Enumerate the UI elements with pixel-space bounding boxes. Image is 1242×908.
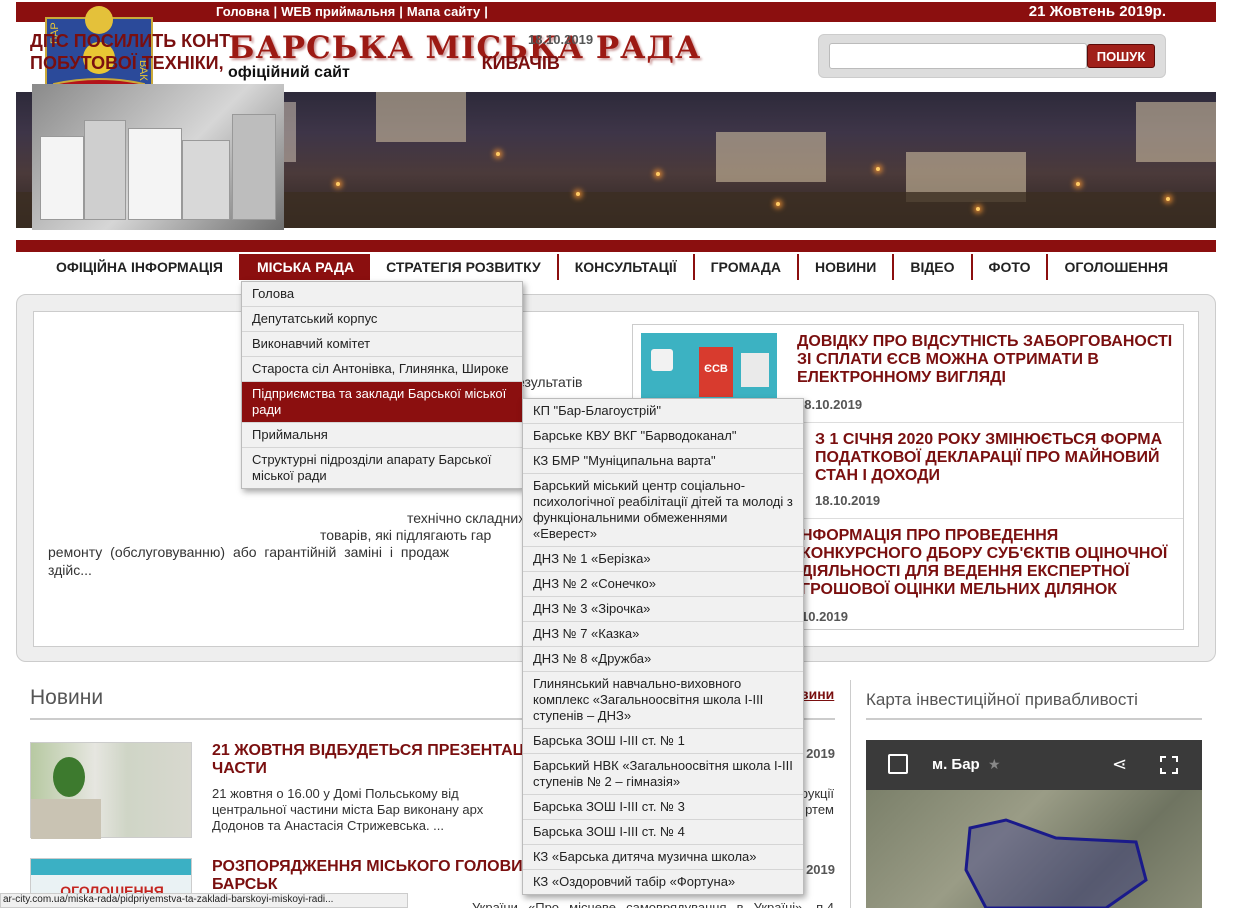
side-news-title: НФОРМАЦІЯ ПРО ПРОВЕДЕННЯ КОНКУРСНОГО ДБО… <box>801 527 1168 598</box>
menu-item-structural-units[interactable]: Структурні підрозділи апарату Барської м… <box>242 448 522 488</box>
lead-article-title[interactable]: ДПС ПОСИЛИТЬ КОНТ ПОБУТОВОЇ ТЕХНІКИ, КИВА… <box>30 30 590 74</box>
submenu-item[interactable]: Барський НВК «Загальноосвітня школа І-ІІ… <box>523 754 803 795</box>
map-title[interactable]: м. Бар <box>932 756 980 773</box>
top-links: Головна | WEB приймальня | Мапа сайту | <box>216 4 488 19</box>
lead-excerpt-frag4: ремонту (обслуговуванню) або гарантійній… <box>48 544 450 560</box>
calendar-icon <box>651 349 673 371</box>
nav-community[interactable]: ГРОМАДА <box>695 254 799 280</box>
nav-development-strategy[interactable]: СТРАТЕГІЯ РОЗВИТКУ <box>370 254 559 280</box>
menu-item-village-head[interactable]: Староста сіл Антонівка, Глинянка, Широке <box>242 357 522 382</box>
esv-doc-icon: ЄСВ <box>699 347 733 397</box>
news-date: 2019 <box>806 746 835 761</box>
share-icon[interactable]: ⋖ <box>1112 754 1127 775</box>
lead-title-line2[interactable]: ПОБУТОВОЇ ТЕХНІКИ, <box>30 53 224 73</box>
news-date: 2019 <box>806 862 835 877</box>
side-news-title: ДОВІДКУ ПРО ВІДСУТНІСТЬ ЗАБОРГОВАНОСТІ З… <box>797 333 1173 386</box>
investment-map[interactable]: м. Бар ★ ⋖ <box>866 740 1202 908</box>
fullscreen-icon[interactable] <box>1160 756 1178 774</box>
star-icon[interactable]: ★ <box>988 756 1001 773</box>
enterprises-submenu: КП "Бар-Благоустрій" Барське КВУ ВКГ "Ба… <box>522 398 804 895</box>
side-news-date: 10.2019 <box>801 609 848 624</box>
submenu-item[interactable]: ДНЗ № 2 «Сонечко» <box>523 572 803 597</box>
all-news-link[interactable]: вини <box>800 686 834 702</box>
column-divider <box>850 680 851 908</box>
lead-excerpt-frag5: здійс... <box>48 562 92 578</box>
nav-official-info[interactable]: ОФІЦІЙНА ІНФОРМАЦІЯ <box>40 254 241 280</box>
submenu-item[interactable]: ДНЗ № 1 «Берізка» <box>523 547 803 572</box>
news-thumb[interactable] <box>30 742 192 839</box>
top-link-sitemap[interactable]: Мапа сайту <box>407 4 480 19</box>
submenu-item[interactable]: Барська ЗОШ І-ІІІ ст. № 3 <box>523 795 803 820</box>
search-box: ПОШУК <box>818 34 1166 78</box>
menu-item-deputies[interactable]: Депутатський корпус <box>242 307 522 332</box>
lead-title-line2-end[interactable]: КИВАЧІВ <box>482 53 560 73</box>
submenu-item[interactable]: Барська ЗОШ І-ІІІ ст. № 1 <box>523 729 803 754</box>
menu-item-head[interactable]: Голова <box>242 282 522 307</box>
main-nav: ОФІЦІЙНА ІНФОРМАЦІЯ МІСЬКА РАДА СТРАТЕГІ… <box>16 254 1216 280</box>
nav-city-council[interactable]: МІСЬКА РАДА <box>240 254 371 280</box>
nav-consultations[interactable]: КОНСУЛЬТАЦІЇ <box>559 254 695 280</box>
nav-photo[interactable]: ФОТО <box>973 254 1049 280</box>
map-region-outline <box>964 818 1148 908</box>
side-news-title: З 1 СІЧНЯ 2020 РОКУ ЗМІНЮЄТЬСЯ ФОРМА ПОД… <box>815 431 1163 484</box>
top-link-web-reception[interactable]: WEB приймальня <box>281 4 395 19</box>
current-date: 21 Жовтень 2019р. <box>1028 3 1166 20</box>
top-link-home[interactable]: Головна <box>216 4 269 19</box>
page: Головна | WEB приймальня | Мапа сайту | 21 … <box>0 0 1242 908</box>
submenu-item[interactable]: Барське КВУ ВКГ "Барводоканал" <box>523 424 803 449</box>
news-heading: Новини <box>30 686 104 709</box>
investment-map-heading: Карта інвестиційної привабливості <box>866 690 1138 709</box>
submenu-item[interactable]: ДНЗ № 7 «Казка» <box>523 622 803 647</box>
submenu-item[interactable]: КП "Бар-Благоустрій" <box>523 399 803 424</box>
submenu-item[interactable]: КЗ БМР "Муніципальна варта" <box>523 449 803 474</box>
nav-news[interactable]: НОВИНИ <box>799 254 895 280</box>
submenu-item[interactable]: КЗ «Барська дитяча музична школа» <box>523 845 803 870</box>
nav-top-border <box>16 240 1216 252</box>
submenu-item[interactable]: Глинянський навчально-виховного комплекс… <box>523 672 803 729</box>
nav-announcements[interactable]: ОГОЛОШЕННЯ <box>1048 254 1184 280</box>
lead-excerpt-frag1: езультатів <box>517 374 583 390</box>
lead-excerpt-frag3: товарів, які підлягають гар <box>320 527 492 543</box>
city-council-dropdown: Голова Депутатський корпус Виконавчий ко… <box>241 281 523 489</box>
document-icon <box>741 353 769 387</box>
submenu-item[interactable]: Барський міський центр соціально-психоло… <box>523 474 803 547</box>
menu-item-reception[interactable]: Приймальня <box>242 423 522 448</box>
submenu-item[interactable]: КЗ «Оздоровчий табір «Фортуна» <box>523 870 803 894</box>
side-news-date: 18.10.2019 <box>815 493 881 508</box>
map-sidebar-icon[interactable] <box>888 754 908 774</box>
side-news-date: 18.10.2019 <box>797 397 863 412</box>
lead-article-date: 18.10.2019 <box>528 32 594 47</box>
search-input[interactable] <box>829 43 1087 69</box>
browser-status-url: ar-city.com.ua/miska-rada/pidpriyemstva-… <box>0 893 408 908</box>
top-bar: Головна | WEB приймальня | Мапа сайту | 21 … <box>16 2 1216 22</box>
submenu-item[interactable]: ДНЗ № 8 «Дружба» <box>523 647 803 672</box>
menu-item-executive-committee[interactable]: Виконавчий комітет <box>242 332 522 357</box>
lead-excerpt-frag2: технічно складних <box>407 510 526 526</box>
search-button[interactable]: ПОШУК <box>1087 44 1155 68</box>
map-toolbar: м. Бар ★ ⋖ <box>866 740 1202 790</box>
lead-title-line1[interactable]: ДПС ПОСИЛИТЬ КОНТ <box>30 31 230 51</box>
nav-video[interactable]: ВІДЕО <box>894 254 973 280</box>
submenu-item[interactable]: Барська ЗОШ І-ІІІ ст. № 4 <box>523 820 803 845</box>
submenu-item[interactable]: ДНЗ № 3 «Зірочка» <box>523 597 803 622</box>
menu-item-enterprises[interactable]: Підприємства та заклади Барської міської… <box>242 382 522 423</box>
map-divider <box>866 718 1202 720</box>
lead-article-image[interactable] <box>32 84 284 230</box>
